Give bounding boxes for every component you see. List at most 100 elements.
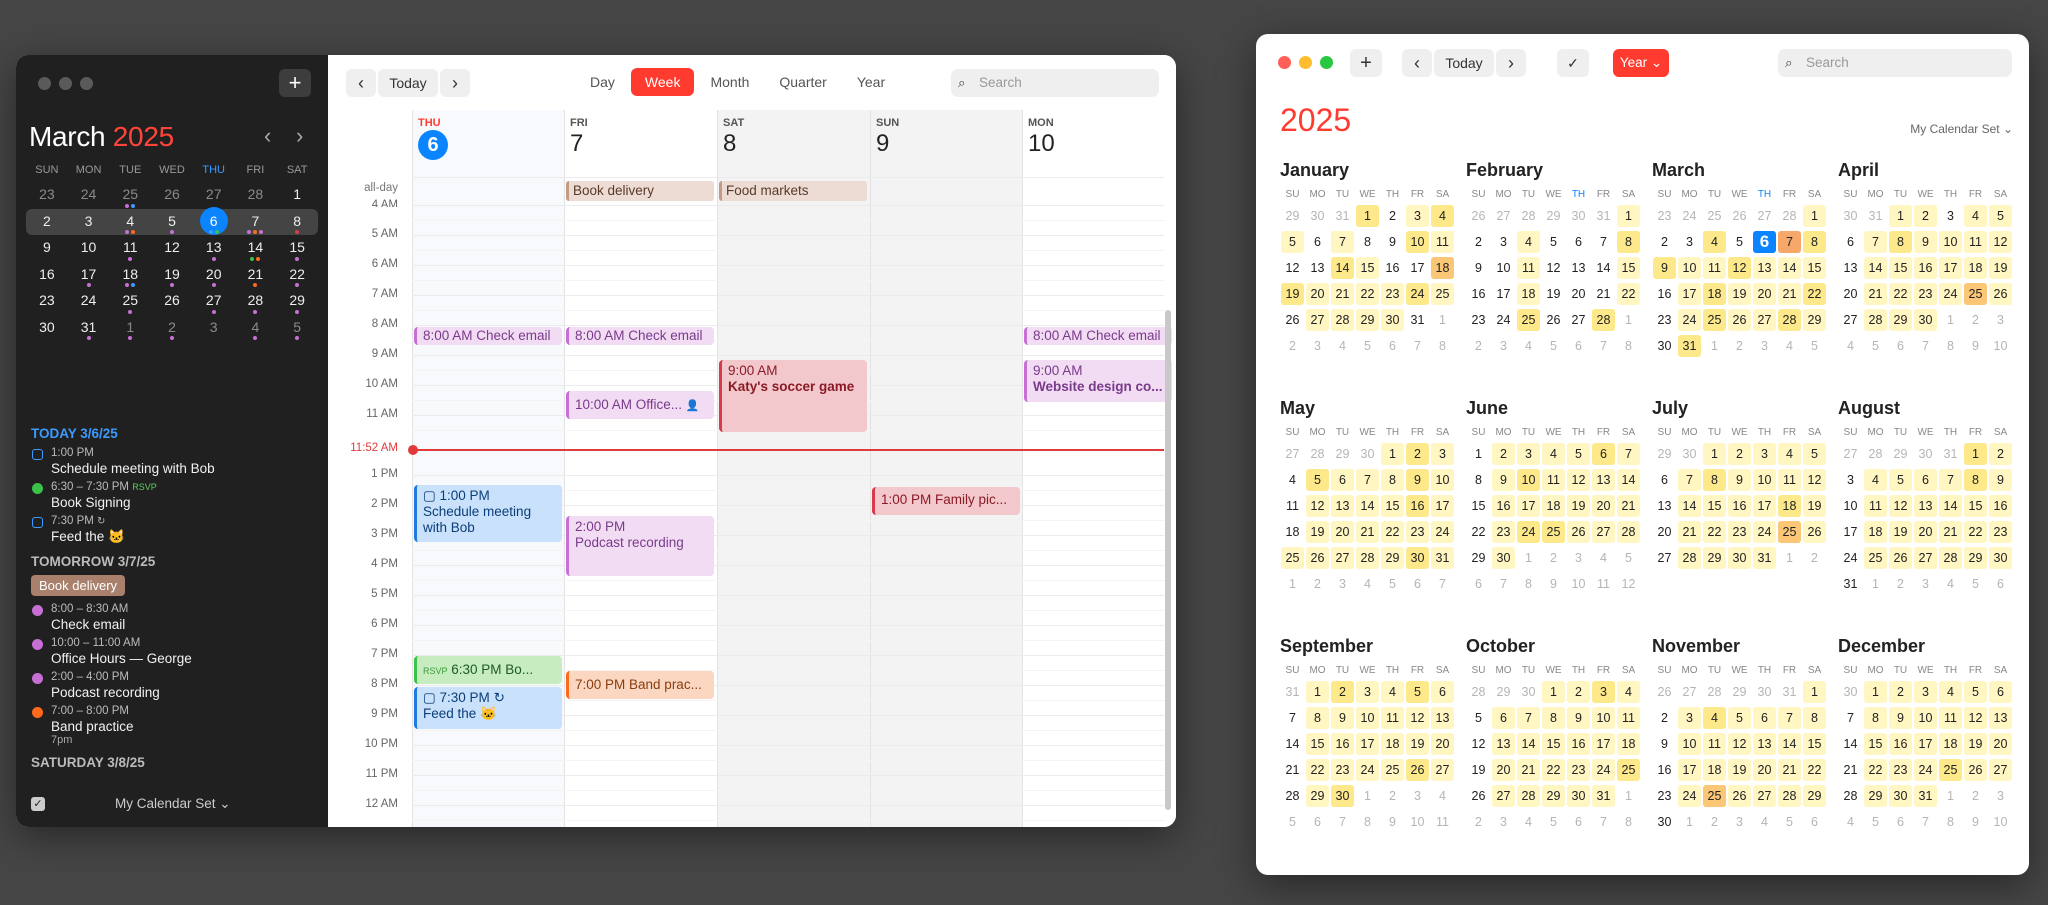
year-day[interactable]: 8	[1306, 707, 1329, 729]
year-day[interactable]: 11	[1778, 469, 1801, 491]
mini-day[interactable]: 1	[276, 182, 318, 209]
year-month-name[interactable]: February	[1466, 160, 1641, 186]
year-day[interactable]: 19	[1728, 759, 1751, 781]
year-day[interactable]: 10	[1753, 469, 1776, 491]
year-day-outside[interactable]: 9	[1381, 811, 1404, 833]
year-day[interactable]: 14	[1592, 257, 1615, 279]
reminder-checkbox-icon[interactable]	[32, 517, 43, 528]
year-day[interactable]: 29	[1703, 547, 1726, 569]
year-day[interactable]: 23	[1331, 759, 1354, 781]
year-day[interactable]: 17	[1592, 733, 1615, 755]
year-day[interactable]: 4	[1778, 443, 1801, 465]
year-day[interactable]: 2	[1467, 231, 1490, 253]
year-day-outside[interactable]: 28	[1864, 443, 1887, 465]
year-day[interactable]: 15	[1306, 733, 1329, 755]
year-day-outside[interactable]: 1	[1356, 785, 1379, 807]
year-day[interactable]: 3	[1678, 707, 1701, 729]
year-day[interactable]: 30	[1331, 785, 1354, 807]
close-window-button[interactable]	[38, 77, 51, 90]
year-day[interactable]: 8	[1542, 707, 1565, 729]
event-check-email-thu[interactable]: 8:00 AM Check email	[414, 327, 562, 345]
year-day[interactable]: 23	[1653, 309, 1676, 331]
year-day[interactable]: 13	[1839, 257, 1862, 279]
year-day[interactable]: 6	[1331, 469, 1354, 491]
day-header-thu[interactable]: THU 6	[418, 117, 448, 171]
year-day-outside[interactable]: 30	[1678, 443, 1701, 465]
mini-day[interactable]: 26	[151, 288, 193, 315]
year-day[interactable]: 16	[1989, 495, 2012, 517]
mini-day[interactable]: 26	[151, 182, 193, 209]
year-day-outside[interactable]: 8	[1517, 573, 1540, 595]
year-day-outside[interactable]: 10	[1989, 811, 2012, 833]
year-day[interactable]: 31	[1431, 547, 1454, 569]
year-day[interactable]: 20	[1753, 283, 1776, 305]
year-day[interactable]: 7	[1778, 231, 1801, 253]
year-day[interactable]: 23	[1914, 283, 1937, 305]
year-day[interactable]: 2	[1567, 681, 1590, 703]
year-day-outside[interactable]: 29	[1331, 443, 1354, 465]
year-day[interactable]: 26	[1964, 759, 1987, 781]
year-day[interactable]: 12	[1989, 231, 2012, 253]
year-day[interactable]: 23	[1381, 283, 1404, 305]
year-day[interactable]: 9	[1406, 469, 1429, 491]
year-day[interactable]: 27	[1653, 547, 1676, 569]
mini-day[interactable]: 24	[68, 182, 110, 209]
year-day-outside[interactable]: 2	[1467, 811, 1490, 833]
year-day[interactable]: 28	[1678, 547, 1701, 569]
year-day[interactable]: 7	[1281, 707, 1304, 729]
year-day-outside[interactable]: 2	[1542, 547, 1565, 569]
year-day[interactable]: 3	[1839, 469, 1862, 491]
year-day[interactable]: 23	[1989, 521, 2012, 543]
mini-day[interactable]: 22	[276, 262, 318, 289]
mini-day[interactable]: 5	[151, 209, 193, 236]
year-day[interactable]: 6	[1567, 231, 1590, 253]
year-day[interactable]: 10	[1517, 469, 1540, 491]
year-day-outside[interactable]: 4	[1592, 547, 1615, 569]
year-day-outside[interactable]: 5	[1542, 335, 1565, 357]
year-day[interactable]: 15	[1356, 257, 1379, 279]
year-day[interactable]: 9	[1653, 257, 1676, 279]
year-day[interactable]: 9	[1381, 231, 1404, 253]
year-day[interactable]: 2	[1728, 443, 1751, 465]
year-day-outside[interactable]: 29	[1492, 681, 1515, 703]
year-day-outside[interactable]: 2	[1467, 335, 1490, 357]
year-day[interactable]: 1	[1617, 205, 1640, 227]
year-day[interactable]: 3	[1592, 681, 1615, 703]
mini-day[interactable]: 5	[276, 315, 318, 342]
year-day[interactable]: 21	[1778, 759, 1801, 781]
year-day[interactable]: 3	[1356, 681, 1379, 703]
year-day[interactable]: 22	[1803, 759, 1826, 781]
year-day[interactable]: 28	[1592, 309, 1615, 331]
year-day[interactable]: 28	[1281, 785, 1304, 807]
year-day[interactable]: 27	[1753, 785, 1776, 807]
year-day[interactable]: 18	[1431, 257, 1454, 279]
year-day[interactable]: 9	[1653, 733, 1676, 755]
year-day[interactable]: 24	[1592, 759, 1615, 781]
year-day[interactable]: 5	[1567, 443, 1590, 465]
year-day[interactable]: 10	[1356, 707, 1379, 729]
year-day[interactable]: 17	[1356, 733, 1379, 755]
year-day[interactable]: 5	[1281, 231, 1304, 253]
year-day[interactable]: 30	[1914, 309, 1937, 331]
year-day-outside[interactable]: 31	[1331, 205, 1354, 227]
year-day-outside[interactable]: 10	[1989, 335, 2012, 357]
year-day[interactable]: 7	[1864, 231, 1887, 253]
year-day[interactable]: 7	[1678, 469, 1701, 491]
year-day-outside[interactable]: 6	[1889, 335, 1912, 357]
year-day-outside[interactable]: 5	[1542, 811, 1565, 833]
year-day[interactable]: 10	[1939, 231, 1962, 253]
mini-day[interactable]: 15	[276, 235, 318, 262]
year-day[interactable]: 20	[1653, 521, 1676, 543]
year-day[interactable]: 13	[1431, 707, 1454, 729]
year-day-outside[interactable]: 3	[1331, 573, 1354, 595]
year-day[interactable]: 6	[1431, 681, 1454, 703]
year-day[interactable]: 14	[1281, 733, 1304, 755]
search-input[interactable]: ⌕ Search	[1778, 49, 2012, 77]
year-day[interactable]: 15	[1703, 495, 1726, 517]
year-day[interactable]: 29	[1381, 547, 1404, 569]
year-day[interactable]: 27	[1331, 547, 1354, 569]
reminder-checkbox-icon[interactable]	[32, 449, 43, 460]
mini-day[interactable]: 10	[68, 235, 110, 262]
year-day-outside[interactable]: 1	[1864, 573, 1887, 595]
mini-day[interactable]: 24	[68, 288, 110, 315]
